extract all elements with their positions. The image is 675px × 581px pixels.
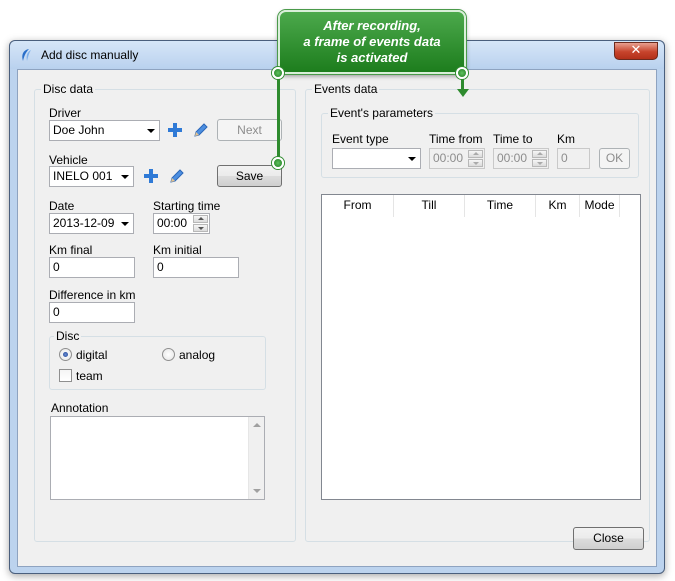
- save-button[interactable]: Save: [217, 165, 282, 187]
- event-parameters-group: Event's parameters Event type Time from …: [321, 106, 639, 178]
- time-to-label: Time to: [493, 132, 533, 146]
- km-final-input[interactable]: 0: [49, 257, 135, 278]
- annotation-label: Annotation: [51, 401, 109, 415]
- callout-line-1: After recording,: [323, 18, 421, 33]
- annotation-scrollbar[interactable]: [248, 417, 264, 499]
- chevron-down-icon: [121, 222, 129, 226]
- spin-down-icon[interactable]: [193, 224, 208, 232]
- km-initial-input[interactable]: 0: [153, 257, 239, 278]
- time-to-spin-buttons[interactable]: [532, 150, 547, 167]
- date-label: Date: [49, 199, 75, 213]
- ok-button[interactable]: OK: [599, 148, 630, 169]
- annotation-callout: After recording, a frame of events data …: [278, 10, 466, 74]
- add-disc-window: Add disc manually ✕ Disc data Driver Doe…: [9, 40, 665, 574]
- disc-data-group: Disc data Driver Doe John Next Vehicle I…: [34, 82, 296, 542]
- date-picker[interactable]: 2013-12-09: [49, 213, 134, 234]
- column-header-mode[interactable]: Mode: [580, 195, 620, 217]
- chevron-down-icon: [408, 157, 416, 161]
- chevron-down-icon: [147, 129, 155, 133]
- difference-in-km-label: Difference in km: [49, 288, 136, 302]
- starting-time-value: 00:00: [157, 216, 188, 230]
- events-data-group: Events data Event's parameters Event typ…: [305, 82, 650, 542]
- digital-radio-label[interactable]: digital: [76, 348, 107, 362]
- team-checkbox[interactable]: [59, 369, 72, 382]
- column-header-from[interactable]: From: [322, 195, 394, 217]
- event-type-label: Event type: [332, 132, 389, 146]
- callout-connector-left: [277, 73, 280, 163]
- events-table-header: From Till Time Km Mode: [322, 195, 640, 217]
- analog-radio[interactable]: [162, 348, 175, 361]
- vehicle-label: Vehicle: [49, 153, 88, 167]
- time-to-spinner[interactable]: 00:00: [493, 148, 549, 169]
- callout-dot-icon: [272, 157, 284, 169]
- event-parameters-group-label: Event's parameters: [328, 106, 436, 120]
- annotation-textarea[interactable]: [50, 416, 265, 500]
- column-header-km[interactable]: Km: [536, 195, 580, 217]
- close-icon: ✕: [630, 43, 642, 58]
- time-from-value: 00:00: [433, 151, 464, 165]
- time-to-value: 00:00: [497, 151, 528, 165]
- driver-label: Driver: [49, 106, 81, 120]
- spin-down-icon[interactable]: [468, 159, 483, 167]
- digital-radio[interactable]: [59, 348, 72, 361]
- add-vehicle-plus-icon[interactable]: [144, 169, 158, 183]
- column-header-till[interactable]: Till: [394, 195, 465, 217]
- spin-up-icon[interactable]: [532, 150, 547, 158]
- starting-time-spin-buttons[interactable]: [193, 215, 208, 232]
- time-from-spin-buttons[interactable]: [468, 150, 483, 167]
- difference-in-km-input[interactable]: 0: [49, 302, 135, 323]
- disc-type-group: Disc digital analog team: [49, 329, 266, 390]
- km-final-label: Km final: [49, 243, 93, 257]
- starting-time-spinner[interactable]: 00:00: [153, 213, 210, 234]
- spin-down-icon[interactable]: [532, 159, 547, 167]
- dialog-client-area: Disc data Driver Doe John Next Vehicle I…: [17, 69, 657, 567]
- km-initial-label: Km initial: [153, 243, 202, 257]
- spin-up-icon[interactable]: [468, 150, 483, 158]
- column-header-time[interactable]: Time: [465, 195, 536, 217]
- event-type-select[interactable]: [332, 148, 421, 169]
- edit-vehicle-pencil-icon[interactable]: [168, 167, 186, 185]
- starting-time-label: Starting time: [153, 199, 221, 213]
- close-button[interactable]: Close: [573, 527, 644, 550]
- analog-radio-label[interactable]: analog: [179, 348, 215, 362]
- chevron-down-icon: [121, 175, 129, 179]
- disc-type-group-label: Disc: [54, 329, 82, 343]
- callout-arrow-down-icon: [457, 89, 469, 97]
- edit-driver-pencil-icon[interactable]: [192, 121, 210, 139]
- disc-data-group-label: Disc data: [41, 82, 96, 96]
- scroll-down-icon[interactable]: [253, 489, 261, 493]
- time-from-label: Time from: [429, 132, 483, 146]
- app-logo-icon: [22, 49, 31, 61]
- km-input[interactable]: 0: [557, 148, 590, 169]
- spin-up-icon[interactable]: [193, 215, 208, 223]
- window-title: Add disc manually: [41, 48, 139, 62]
- date-picker-value: 2013-12-09: [53, 216, 115, 230]
- events-data-group-label: Events data: [312, 82, 380, 96]
- driver-select[interactable]: Doe John: [49, 120, 160, 141]
- vehicle-select[interactable]: INELO 001: [49, 166, 134, 187]
- callout-dot-icon: [456, 67, 468, 79]
- next-button[interactable]: Next: [217, 119, 282, 141]
- callout-line-3: is activated: [336, 50, 408, 65]
- events-table[interactable]: From Till Time Km Mode: [321, 194, 641, 500]
- callout-line-2: a frame of events data: [303, 34, 441, 49]
- km-label: Km: [557, 132, 575, 146]
- add-driver-plus-icon[interactable]: [168, 123, 182, 137]
- driver-select-value: Doe John: [53, 123, 105, 137]
- scroll-up-icon[interactable]: [253, 423, 261, 427]
- time-from-spinner[interactable]: 00:00: [429, 148, 485, 169]
- window-close-button[interactable]: ✕: [614, 42, 658, 60]
- vehicle-select-value: INELO 001: [53, 169, 113, 183]
- callout-dot-icon: [272, 67, 284, 79]
- team-checkbox-label[interactable]: team: [76, 369, 103, 383]
